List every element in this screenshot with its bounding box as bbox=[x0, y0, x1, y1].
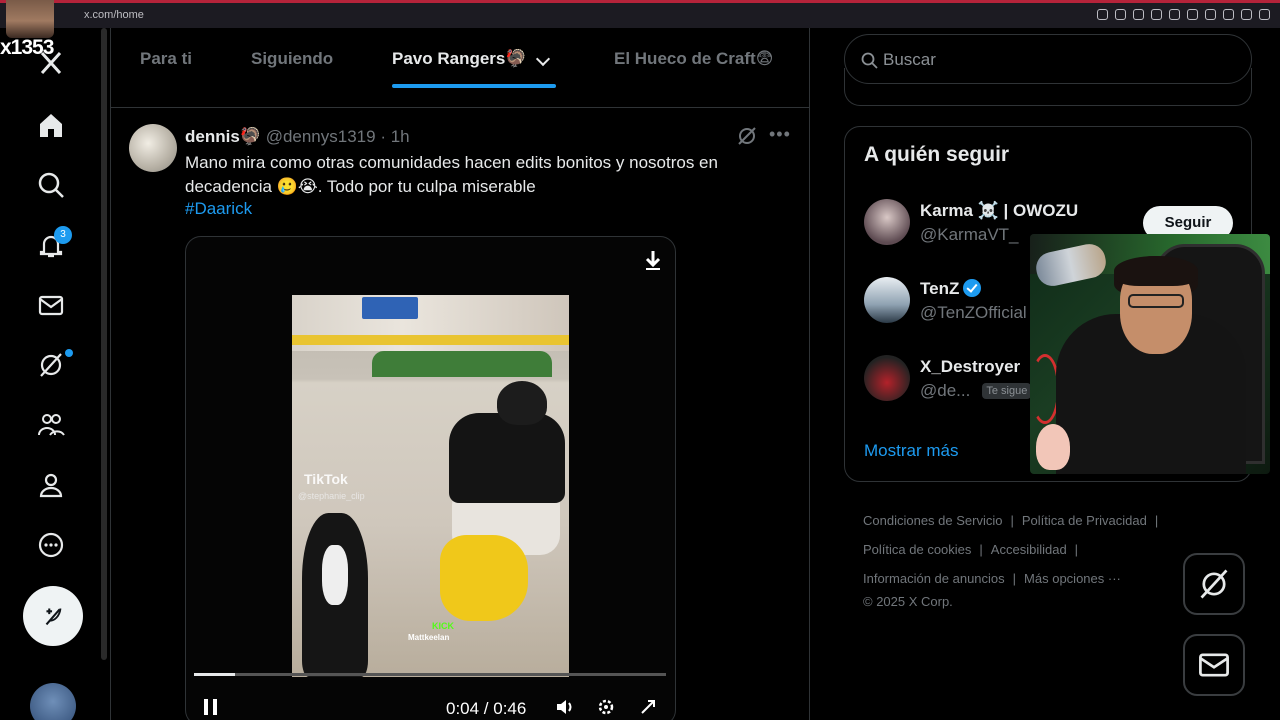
tab-el-hueco-de-craft[interactable]: El Hueco de Craft😨 bbox=[614, 49, 773, 69]
kick-streamer-name: Mattkeelan bbox=[408, 633, 450, 642]
shield-icon[interactable] bbox=[1151, 9, 1162, 20]
footer-link-ads-info[interactable]: Información de anuncios bbox=[863, 571, 1005, 586]
search-input[interactable]: Buscar bbox=[883, 50, 936, 70]
compose-post-button[interactable] bbox=[23, 586, 83, 646]
suggestion-handle[interactable]: @TenZOfficial bbox=[920, 303, 1027, 323]
download-icon[interactable] bbox=[1241, 9, 1252, 20]
kick-label: KICK bbox=[432, 621, 454, 631]
video-man-shirt bbox=[449, 413, 565, 503]
search-icon bbox=[861, 52, 878, 69]
notifications-badge: 3 bbox=[54, 226, 72, 244]
active-tab-indicator bbox=[392, 84, 556, 88]
timeline-tabs: Para ti Siguiendo Pavo Rangers🦃 El Hueco… bbox=[111, 28, 809, 108]
pause-icon[interactable] bbox=[204, 699, 220, 715]
volume-icon[interactable] bbox=[554, 697, 574, 717]
footer-link-accessibility[interactable]: Accesibilidad bbox=[991, 542, 1067, 557]
grok-icon[interactable] bbox=[36, 350, 68, 382]
suggestion-handle[interactable]: @de... Te sigue bbox=[920, 381, 1032, 401]
settings-gear-icon[interactable] bbox=[596, 697, 616, 717]
x-logo-icon[interactable] bbox=[36, 48, 68, 80]
bookmark-icon[interactable] bbox=[1133, 9, 1144, 20]
browser-extension-icons bbox=[1097, 9, 1270, 20]
avatar[interactable] bbox=[864, 277, 910, 323]
explore-search-icon[interactable] bbox=[36, 170, 68, 202]
messages-floating-button[interactable] bbox=[1183, 634, 1245, 696]
tweet-text: Mano mira como otras comunidades hacen e… bbox=[185, 153, 718, 196]
verified-badge-icon bbox=[963, 279, 982, 297]
footer-link-privacy[interactable]: Política de Privacidad bbox=[1022, 513, 1147, 528]
compose-feather-icon bbox=[45, 608, 62, 626]
account-avatar[interactable] bbox=[30, 683, 76, 720]
video-progress-track[interactable] bbox=[194, 673, 666, 676]
video-dog-chest bbox=[322, 545, 348, 605]
video-blue-tent bbox=[362, 297, 418, 319]
tweet-hashtag-link[interactable]: #Daarick bbox=[185, 199, 252, 219]
who-to-follow-title: A quién seguir bbox=[864, 143, 1010, 166]
video-caution-tape bbox=[292, 335, 569, 345]
tweet-author-handle[interactable]: @dennys1319 bbox=[266, 127, 376, 146]
play-icon[interactable] bbox=[1169, 9, 1180, 20]
fullscreen-icon[interactable] bbox=[638, 697, 658, 717]
tweet-video-player[interactable]: TikTok @stephanie_clip KICK Mattkeelan 0… bbox=[185, 236, 676, 720]
tweet-timestamp[interactable]: · 1h bbox=[380, 127, 409, 146]
footer-link-more[interactable]: Más opciones ··· bbox=[1024, 571, 1121, 586]
suggestion-name[interactable]: X_Destroyer bbox=[920, 357, 1020, 377]
extensions-icon[interactable] bbox=[1205, 9, 1216, 20]
video-yellow-bag bbox=[440, 535, 528, 621]
browser-toolbar: x.com/home bbox=[0, 0, 1280, 28]
more-options-icon[interactable] bbox=[36, 530, 68, 562]
main-timeline: Para ti Siguiendo Pavo Rangers🦃 El Hueco… bbox=[110, 28, 810, 720]
suggestion-handle-text: @de... bbox=[920, 381, 971, 400]
profile-icon[interactable] bbox=[36, 470, 68, 502]
tab-para-ti[interactable]: Para ti bbox=[140, 49, 192, 69]
download-video-icon[interactable] bbox=[642, 249, 664, 271]
search-box[interactable]: Buscar bbox=[844, 34, 1252, 84]
chevron-down-icon[interactable] bbox=[535, 51, 551, 67]
follows-you-badge: Te sigue bbox=[982, 383, 1032, 399]
avatar[interactable] bbox=[864, 355, 910, 401]
tweet-author-name[interactable]: dennis🦃 bbox=[185, 127, 261, 146]
grok-floating-button[interactable] bbox=[1183, 553, 1245, 615]
suggestion-handle[interactable]: @KarmaVT_ bbox=[920, 225, 1019, 245]
video-man-cap bbox=[497, 381, 547, 425]
webcam-streamer-glasses bbox=[1128, 294, 1184, 308]
avatar[interactable] bbox=[864, 199, 910, 245]
pin-icon[interactable] bbox=[1115, 9, 1126, 20]
video-time: 0:04 / 0:46 bbox=[446, 699, 527, 718]
suggestion-name-text: TenZ bbox=[920, 279, 960, 298]
suggestion-name[interactable]: Karma ☠️ | OWOZU bbox=[920, 201, 1078, 221]
account-icon[interactable] bbox=[1223, 9, 1234, 20]
tweet-more-icon[interactable]: ••• bbox=[769, 124, 791, 145]
communities-icon[interactable] bbox=[36, 410, 68, 442]
page-scrollbar[interactable] bbox=[101, 28, 107, 660]
video-progress-fill bbox=[194, 673, 236, 676]
address-bar[interactable]: x.com/home bbox=[66, 9, 144, 21]
webcam-streamer-hair-top bbox=[1114, 256, 1198, 286]
home-icon[interactable] bbox=[36, 110, 68, 142]
suggestion-name[interactable]: TenZ bbox=[920, 279, 982, 299]
messages-envelope-icon[interactable] bbox=[36, 290, 68, 322]
heart-icon[interactable] bbox=[1187, 9, 1198, 20]
video-frame[interactable]: TikTok @stephanie_clip KICK Mattkeelan bbox=[292, 295, 569, 677]
tab-siguiendo[interactable]: Siguiendo bbox=[251, 49, 333, 69]
streamer-webcam-overlay bbox=[1030, 234, 1270, 474]
tiktok-watermark: TikTok bbox=[304, 471, 348, 487]
zoom-icon[interactable] bbox=[1097, 9, 1108, 20]
tweet-author-avatar[interactable] bbox=[129, 124, 177, 172]
footer-line-1: Condiciones de Servicio | Política de Priv… bbox=[863, 513, 1159, 528]
tweet-header: dennis🦃 @dennys1319 · 1h bbox=[185, 127, 410, 147]
grok-icon bbox=[1200, 569, 1228, 599]
webcam-mascot-sticker bbox=[1036, 424, 1070, 470]
footer-link-cookies[interactable]: Política de cookies bbox=[863, 542, 971, 557]
tiktok-watermark-handle: @stephanie_clip bbox=[298, 491, 365, 501]
video-bushes bbox=[372, 351, 552, 377]
envelope-icon bbox=[1199, 653, 1229, 677]
left-sidebar: 3 bbox=[0, 28, 104, 720]
grok-explain-icon[interactable] bbox=[736, 125, 758, 147]
menu-icon[interactable] bbox=[1259, 9, 1270, 20]
show-more-link[interactable]: Mostrar más bbox=[864, 441, 958, 461]
footer-link-terms[interactable]: Condiciones de Servicio bbox=[863, 513, 1002, 528]
tab-pavo-rangers[interactable]: Pavo Rangers🦃 bbox=[392, 49, 527, 69]
grok-new-dot bbox=[65, 349, 73, 357]
